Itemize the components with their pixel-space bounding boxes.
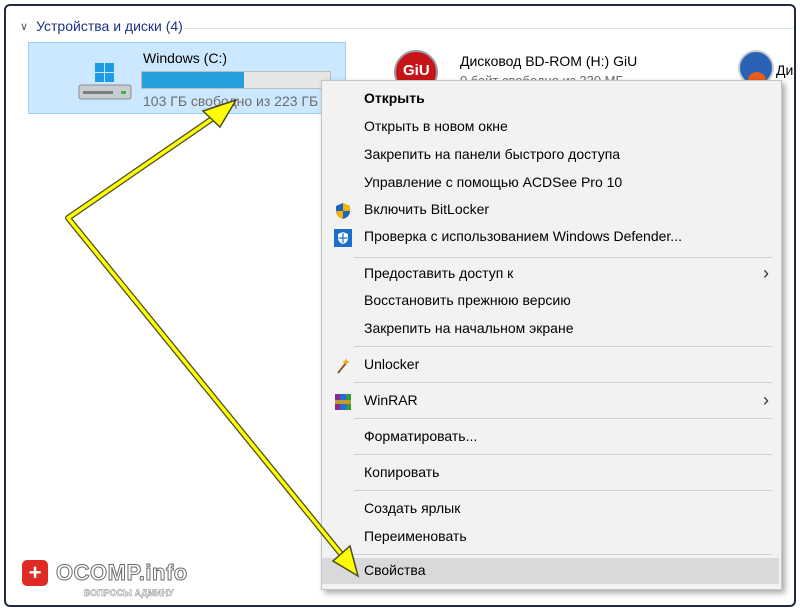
unlocker-wand-icon	[337, 358, 350, 374]
ocomp-watermark: + OCOMP.info ВОПРОСЫ АДМИНУ	[22, 560, 188, 598]
hard-drive-icon	[78, 63, 132, 100]
menu-item-label: Открыть в новом окне	[364, 118, 508, 134]
section-divider	[184, 28, 794, 29]
menu-item-copy[interactable]: Копировать	[322, 460, 779, 486]
menu-separator	[354, 490, 772, 491]
menu-separator	[354, 346, 772, 347]
drive-c-tile[interactable]: Windows (C:) 103 ГБ свободно из 223 ГБ	[28, 42, 346, 114]
menu-separator	[354, 257, 772, 258]
menu-item-winrar[interactable]: WinRAR ›	[322, 388, 779, 414]
menu-item-label: Закрепить на начальном экране	[364, 320, 574, 336]
drive-c-usage-fill	[142, 72, 244, 88]
menu-separator	[354, 454, 772, 455]
menu-item-open[interactable]: Открыть	[322, 86, 779, 112]
menu-item-rename[interactable]: Переименовать	[322, 524, 779, 550]
menu-item-label: Создать ярлык	[364, 500, 461, 516]
menu-item-acdsee[interactable]: Управление с помощью ACDSee Pro 10	[322, 170, 779, 196]
drive-bd-title: Дисковод BD-ROM (H:) GiU	[460, 53, 638, 69]
devices-section-header[interactable]: ∨ Устройства и диски (4)	[20, 18, 183, 34]
menu-item-label: Открыть	[364, 90, 425, 106]
menu-item-unlocker[interactable]: Unlocker	[322, 352, 779, 378]
menu-separator	[354, 554, 772, 555]
bd-disc-label: GiU	[403, 62, 430, 79]
menu-separator	[354, 418, 772, 419]
section-title: Устройства и диски (4)	[36, 18, 183, 34]
menu-item-format[interactable]: Форматировать...	[322, 424, 779, 450]
menu-item-label: Восстановить прежнюю версию	[364, 292, 571, 308]
winrar-icon	[335, 394, 351, 410]
chevron-right-icon: ›	[763, 390, 769, 410]
menu-item-open-new-window[interactable]: Открыть в новом окне	[322, 114, 779, 140]
chevron-down-icon[interactable]: ∨	[20, 20, 28, 33]
drive-c-usage-bar	[141, 71, 331, 89]
menu-item-label: Проверка с использованием Windows Defend…	[364, 228, 682, 244]
watermark-slogan: ВОПРОСЫ АДМИНУ	[84, 588, 174, 598]
windows-defender-icon	[334, 229, 352, 247]
menu-item-label: Unlocker	[364, 356, 420, 372]
menu-item-label: Предоставить доступ к	[364, 265, 514, 281]
menu-item-label: Копировать	[364, 464, 440, 480]
plus-logo-icon: +	[22, 560, 48, 586]
menu-item-bitlocker[interactable]: Включить BitLocker	[322, 197, 779, 223]
menu-item-label: Включить BitLocker	[364, 201, 490, 217]
menu-item-label: Свойства	[364, 562, 426, 578]
menu-item-label: Форматировать...	[364, 428, 478, 444]
bitlocker-shield-icon	[336, 203, 350, 219]
menu-item-label: WinRAR	[364, 392, 418, 408]
menu-item-properties[interactable]: Свойства	[322, 558, 779, 584]
menu-item-label: Закрепить на панели быстрого доступа	[364, 146, 621, 162]
menu-item-pin-start[interactable]: Закрепить на начальном экране	[322, 316, 779, 342]
menu-item-share-with[interactable]: Предоставить доступ к ›	[322, 261, 779, 287]
menu-item-create-shortcut[interactable]: Создать ярлык	[322, 496, 779, 522]
menu-item-label: Переименовать	[364, 528, 467, 544]
menu-item-defender[interactable]: Проверка с использованием Windows Defend…	[322, 224, 779, 250]
drive-c-title: Windows (C:)	[143, 50, 228, 66]
menu-item-label: Управление с помощью ACDSee Pro 10	[364, 174, 623, 190]
watermark-brand: OCOMP.info	[56, 560, 188, 586]
chevron-right-icon: ›	[763, 263, 769, 283]
drive-c-free-space: 103 ГБ свободно из 223 ГБ	[143, 93, 319, 109]
drive-third-title: Ди	[776, 62, 794, 78]
menu-item-pin-quick-access[interactable]: Закрепить на панели быстрого доступа	[322, 142, 779, 168]
context-menu: Открыть Открыть в новом окне Закрепить н…	[321, 80, 782, 590]
menu-separator	[354, 382, 772, 383]
menu-item-restore-previous[interactable]: Восстановить прежнюю версию	[322, 288, 779, 314]
